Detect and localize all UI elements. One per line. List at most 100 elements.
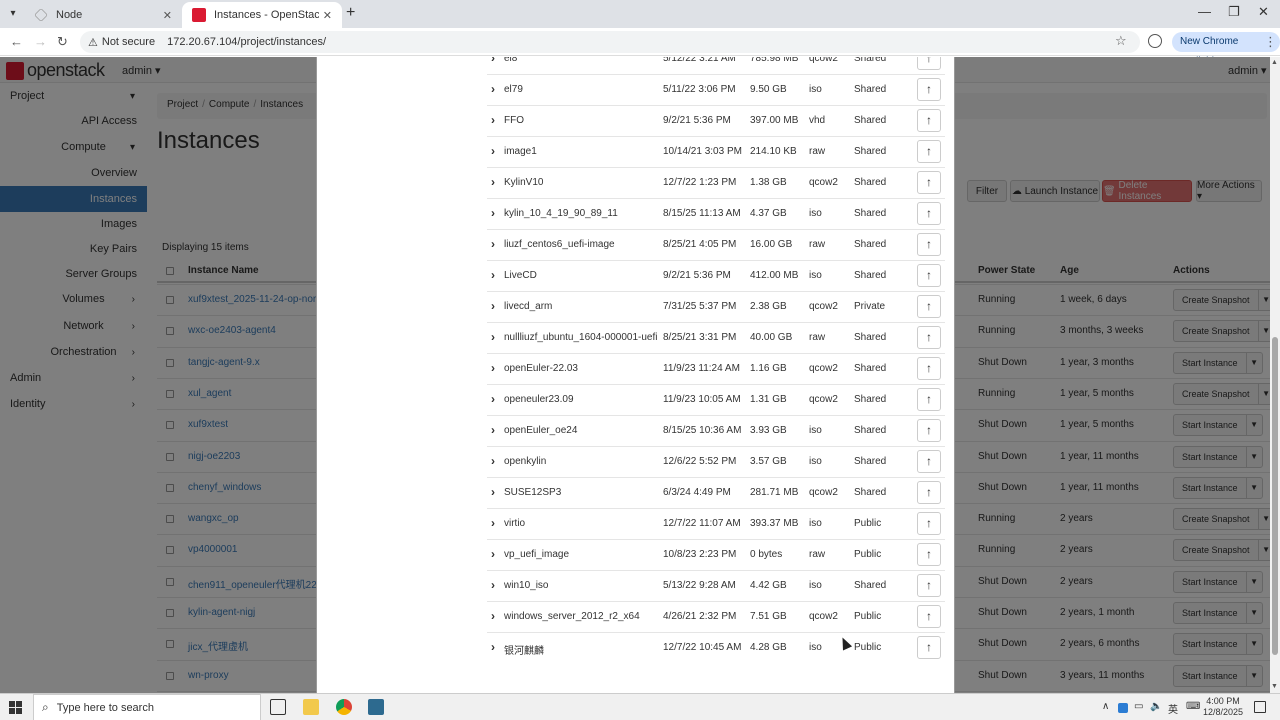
- minimize-icon[interactable]: —: [1198, 4, 1211, 19]
- allocate-arrow-up-icon[interactable]: ↑: [917, 574, 941, 597]
- forward-icon[interactable]: →: [34, 34, 47, 49]
- volume-icon[interactable]: 🔈: [1150, 701, 1162, 712]
- allocate-arrow-up-icon[interactable]: ↑: [917, 357, 941, 380]
- scroll-down-icon[interactable]: ▼: [1271, 683, 1278, 690]
- image-row: › SUSE12SP3 6/3/24 4:49 PM 281.71 MB qcow2 Sh…: [487, 477, 945, 508]
- allocate-arrow-up-icon[interactable]: ↑: [917, 419, 941, 442]
- expand-chevron-icon[interactable]: ›: [491, 454, 495, 468]
- clock-date: 12/8/2025: [1202, 707, 1244, 717]
- image-format: raw: [809, 549, 826, 560]
- tab-search-icon[interactable]: ▾: [4, 5, 22, 23]
- scrollbar-thumb[interactable]: [1272, 337, 1278, 655]
- image-row: › windows_server_2012_r2_x64 4/26/21 2:32 …: [487, 601, 945, 632]
- network-icon[interactable]: ▭: [1134, 701, 1143, 712]
- page-scrollbar[interactable]: ▲ ▼: [1270, 57, 1280, 693]
- expand-chevron-icon[interactable]: ›: [491, 82, 495, 96]
- ime-indicator[interactable]: 英: [1168, 701, 1178, 716]
- image-format: qcow2: [809, 394, 838, 405]
- close-tab-icon[interactable]: ✕: [323, 9, 332, 22]
- expand-chevron-icon[interactable]: ›: [491, 361, 495, 375]
- notification-icon[interactable]: [1254, 701, 1266, 713]
- expand-chevron-icon[interactable]: ›: [491, 392, 495, 406]
- image-updated: 8/25/21 4:05 PM: [663, 239, 737, 250]
- task-view-icon[interactable]: [270, 699, 286, 715]
- allocate-arrow-up-icon[interactable]: ↑: [917, 264, 941, 287]
- bookmark-star-icon[interactable]: ☆: [1115, 33, 1127, 49]
- image-updated: 11/9/23 11:24 AM: [663, 363, 740, 374]
- allocate-arrow-up-icon[interactable]: ↑: [917, 636, 941, 659]
- expand-chevron-icon[interactable]: ›: [491, 299, 495, 313]
- allocate-arrow-up-icon[interactable]: ↑: [917, 512, 941, 535]
- allocate-arrow-up-icon[interactable]: ↑: [917, 140, 941, 163]
- allocate-arrow-up-icon[interactable]: ↑: [917, 326, 941, 349]
- expand-chevron-icon[interactable]: ›: [491, 609, 495, 623]
- allocate-arrow-up-icon[interactable]: ↑: [917, 450, 941, 473]
- expand-chevron-icon[interactable]: ›: [491, 175, 495, 189]
- restore-icon[interactable]: ❐: [1228, 4, 1240, 20]
- tab-instances[interactable]: Instances - OpenStack Dashboard ✕: [182, 2, 342, 28]
- omnibox[interactable]: ⚠ Not secure 172.20.67.104/project/insta…: [80, 31, 1140, 53]
- expand-chevron-icon[interactable]: ›: [491, 237, 495, 251]
- expand-chevron-icon[interactable]: ›: [491, 57, 495, 65]
- image-row: › openkylin 12/6/22 5:52 PM 3.57 GB iso Share…: [487, 446, 945, 477]
- expand-chevron-icon[interactable]: ›: [491, 578, 495, 592]
- image-name: openEuler-22.03: [504, 363, 578, 374]
- close-tab-icon[interactable]: ✕: [163, 9, 172, 22]
- warning-icon[interactable]: ⚠: [88, 36, 98, 49]
- remote-desktop-icon[interactable]: [368, 699, 384, 715]
- image-visibility: Shared: [854, 456, 887, 467]
- chrome-menu-icon[interactable]: ⋮: [1264, 34, 1277, 50]
- reload-icon[interactable]: ↻: [57, 34, 68, 50]
- allocate-arrow-up-icon[interactable]: ↑: [917, 605, 941, 628]
- url-text[interactable]: 172.20.67.104/project/instances/: [167, 36, 326, 48]
- close-window-icon[interactable]: ✕: [1258, 4, 1269, 20]
- allocate-arrow-up-icon[interactable]: ↑: [917, 233, 941, 256]
- new-tab-icon[interactable]: +: [346, 4, 355, 22]
- taskbar-search[interactable]: ⌕ Type here to search: [33, 694, 261, 720]
- image-size: 281.71 MB: [750, 487, 799, 498]
- tray-chevron-up-icon[interactable]: ∧: [1102, 701, 1109, 712]
- expand-chevron-icon[interactable]: ›: [491, 268, 495, 282]
- expand-chevron-icon[interactable]: ›: [491, 113, 495, 127]
- image-row: › vp_uefi_image 10/8/23 2:23 PM 0 bytes raw P…: [487, 539, 945, 570]
- allocate-arrow-up-icon[interactable]: ↑: [917, 202, 941, 225]
- image-updated: 7/31/25 5:37 PM: [663, 301, 737, 312]
- allocate-arrow-up-icon[interactable]: ↑: [917, 109, 941, 132]
- allocate-arrow-up-icon[interactable]: ↑: [917, 481, 941, 504]
- expand-chevron-icon[interactable]: ›: [491, 516, 495, 530]
- allocate-arrow-up-icon[interactable]: ↑: [917, 57, 941, 70]
- image-size: 2.38 GB: [750, 301, 787, 312]
- image-updated: 5/11/22 3:06 PM: [663, 84, 736, 95]
- taskbar-clock[interactable]: 4:00 PM 12/8/2025: [1198, 696, 1248, 718]
- profile-icon[interactable]: [1148, 34, 1162, 48]
- allocate-arrow-up-icon[interactable]: ↑: [917, 543, 941, 566]
- security-label[interactable]: Not secure: [102, 36, 155, 48]
- image-updated: 8/15/25 10:36 AM: [663, 425, 742, 436]
- windows-start-icon[interactable]: [9, 701, 22, 714]
- expand-chevron-icon[interactable]: ›: [491, 144, 495, 158]
- allocate-arrow-up-icon[interactable]: ↑: [917, 388, 941, 411]
- image-row: › virtio 12/7/22 11:07 AM 393.37 MB iso Publi…: [487, 508, 945, 539]
- image-name: win10_iso: [504, 580, 549, 591]
- image-row: › win10_iso 5/13/22 9:28 AM 4.42 GB iso Share…: [487, 570, 945, 601]
- expand-chevron-icon[interactable]: ›: [491, 640, 495, 654]
- image-format: iso: [809, 270, 822, 281]
- tab-node[interactable]: Node ✕: [24, 2, 182, 28]
- allocate-arrow-up-icon[interactable]: ↑: [917, 295, 941, 318]
- chrome-icon[interactable]: [336, 699, 352, 715]
- back-icon[interactable]: ←: [10, 34, 23, 49]
- image-row: › image1 10/14/21 3:03 PM 214.10 KB raw Share…: [487, 136, 945, 167]
- allocate-arrow-up-icon[interactable]: ↑: [917, 78, 941, 101]
- expand-chevron-icon[interactable]: ›: [491, 485, 495, 499]
- image-size: 412.00 MB: [750, 270, 799, 281]
- expand-chevron-icon[interactable]: ›: [491, 206, 495, 220]
- tray-app-icon[interactable]: [1118, 703, 1128, 713]
- allocate-arrow-up-icon[interactable]: ↑: [917, 171, 941, 194]
- expand-chevron-icon[interactable]: ›: [491, 423, 495, 437]
- image-format: qcow2: [809, 177, 838, 188]
- file-explorer-icon[interactable]: [303, 699, 319, 715]
- scroll-up-icon[interactable]: ▲: [1271, 59, 1278, 66]
- expand-chevron-icon[interactable]: ›: [491, 547, 495, 561]
- image-size: 7.51 GB: [750, 611, 787, 622]
- expand-chevron-icon[interactable]: ›: [491, 330, 495, 344]
